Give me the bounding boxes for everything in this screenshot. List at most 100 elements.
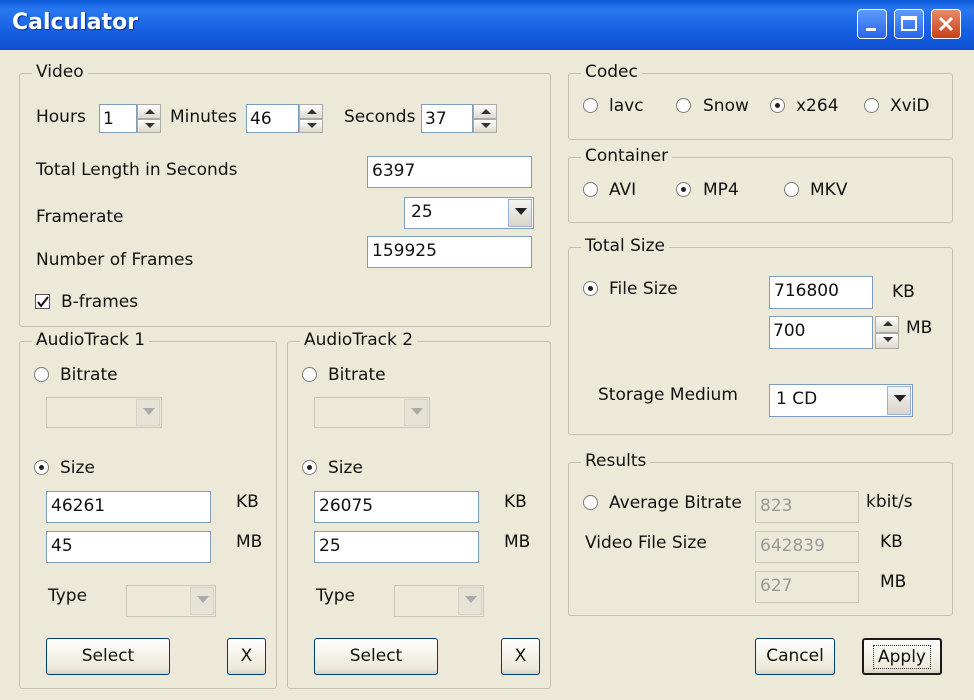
calculator-window: Calculator Video Hours 1 Minutes 46 Seco…	[0, 0, 974, 700]
audio2-bitrate-select[interactable]	[314, 397, 430, 428]
audio1-type-dropdown-button[interactable]	[190, 587, 214, 615]
hours-up-button[interactable]	[137, 104, 161, 119]
avg-bitrate-unit: kbit/s	[866, 492, 913, 512]
hours-down-button[interactable]	[137, 118, 161, 133]
bframes-label: B-frames	[61, 292, 139, 312]
close-icon	[938, 16, 954, 32]
audio1-clear-button[interactable]: X	[227, 638, 266, 675]
audio1-bitrate-select[interactable]	[46, 397, 162, 428]
seconds-down-button[interactable]	[473, 118, 497, 133]
apply-button-label: Apply	[873, 645, 931, 669]
total-mb-unit: MB	[906, 318, 933, 338]
minimize-button[interactable]	[857, 9, 887, 39]
codec-xvid-radio[interactable]	[864, 98, 879, 113]
audio2-bitrate-dropdown-button[interactable]	[404, 399, 428, 426]
audio1-mb-unit: MB	[236, 532, 263, 552]
audio1-kb-field[interactable]: 46261	[46, 491, 211, 523]
minimize-icon	[866, 28, 876, 31]
container-mp4-radio[interactable]	[676, 182, 691, 197]
apply-button[interactable]: Apply	[862, 638, 942, 675]
total-mb-down-button[interactable]	[875, 332, 899, 349]
storage-medium-select[interactable]: 1 CD	[769, 384, 913, 417]
seconds-up-button[interactable]	[473, 104, 497, 119]
audio2-select-button[interactable]: Select	[314, 638, 438, 675]
cancel-button[interactable]: Cancel	[755, 638, 835, 675]
minutes-label: Minutes	[170, 107, 237, 127]
audio1-type-label: Type	[48, 586, 88, 606]
minutes-down-button[interactable]	[299, 118, 323, 133]
avg-bitrate-label: Average Bitrate	[609, 493, 742, 513]
window-title: Calculator	[12, 10, 139, 35]
total-size-legend: Total Size	[581, 236, 670, 256]
audio2-kb-field[interactable]: 26075	[314, 491, 479, 523]
container-legend: Container	[581, 146, 673, 166]
audio2-clear-button[interactable]: X	[501, 638, 540, 675]
total-length-field[interactable]: 6397	[367, 156, 532, 188]
hours-spinner[interactable]: 1	[99, 104, 161, 133]
audio1-type-select[interactable]	[126, 585, 216, 617]
maximize-button[interactable]	[894, 9, 924, 39]
codec-snow-label: Snow	[703, 96, 749, 116]
avg-bitrate-radio[interactable]	[583, 495, 598, 510]
seconds-value[interactable]: 37	[421, 104, 473, 133]
arrow-up-icon	[145, 109, 155, 114]
arrow-down-icon	[481, 122, 491, 128]
storage-medium-label: Storage Medium	[598, 385, 738, 405]
hours-value[interactable]: 1	[99, 104, 137, 133]
codec-lavc-label: lavc	[609, 96, 644, 116]
chevron-down-icon	[465, 596, 477, 603]
bframes-checkbox[interactable]	[35, 294, 50, 309]
codec-x264-label: x264	[796, 96, 839, 116]
file-size-radio[interactable]	[583, 281, 598, 296]
codec-lavc-radio[interactable]	[583, 98, 598, 113]
audio2-type-select[interactable]	[394, 585, 484, 617]
total-kb-field[interactable]: 716800	[769, 276, 873, 309]
storage-medium-dropdown-button[interactable]	[887, 386, 911, 415]
audio1-bitrate-dropdown-button[interactable]	[136, 399, 160, 426]
total-mb-up-button[interactable]	[875, 316, 899, 333]
framerate-value: 25	[411, 202, 433, 222]
total-mb-spinner[interactable]: 700	[769, 316, 899, 349]
maximize-icon	[901, 16, 917, 31]
minutes-spinner[interactable]: 46	[246, 104, 323, 133]
container-avi-radio[interactable]	[583, 182, 598, 197]
seconds-label: Seconds	[344, 107, 416, 127]
video-legend: Video	[32, 62, 88, 82]
audio1-select-button[interactable]: Select	[46, 638, 170, 675]
framerate-select[interactable]: 25	[404, 197, 534, 229]
framerate-dropdown-button[interactable]	[508, 199, 532, 227]
close-button[interactable]	[931, 9, 961, 39]
audio2-type-dropdown-button[interactable]	[458, 587, 482, 615]
seconds-spinner[interactable]: 37	[421, 104, 497, 133]
audio2-size-radio[interactable]	[302, 460, 317, 475]
total-mb-value[interactable]: 700	[769, 316, 873, 349]
audio1-size-label: Size	[60, 458, 95, 478]
arrow-up-icon	[481, 109, 491, 114]
video-kb-unit: KB	[880, 532, 903, 552]
audio1-bitrate-radio[interactable]	[34, 367, 49, 382]
audio2-mb-field[interactable]: 25	[314, 531, 479, 563]
container-mkv-radio[interactable]	[784, 182, 799, 197]
codec-snow-radio[interactable]	[676, 98, 691, 113]
minutes-value[interactable]: 46	[246, 104, 299, 133]
total-kb-unit: KB	[892, 282, 915, 302]
audio1-mb-field[interactable]: 45	[46, 531, 211, 563]
frames-label: Number of Frames	[36, 250, 194, 270]
frames-field[interactable]: 159925	[367, 236, 532, 268]
audiotrack1-legend: AudioTrack 1	[32, 330, 150, 350]
chevron-down-icon	[411, 408, 423, 415]
codec-x264-radio[interactable]	[770, 98, 785, 113]
total-length-label: Total Length in Seconds	[36, 160, 238, 180]
minutes-up-button[interactable]	[299, 104, 323, 119]
storage-medium-value: 1 CD	[776, 389, 818, 409]
audio1-size-radio[interactable]	[34, 460, 49, 475]
arrow-down-icon	[883, 336, 893, 342]
video-file-size-label: Video File Size	[585, 533, 707, 553]
audio2-bitrate-label: Bitrate	[328, 365, 386, 385]
chevron-down-icon	[197, 596, 209, 603]
title-bar[interactable]: Calculator	[0, 0, 974, 50]
audio1-bitrate-label: Bitrate	[60, 365, 118, 385]
audio2-bitrate-radio[interactable]	[302, 367, 317, 382]
container-mp4-label: MP4	[703, 180, 739, 200]
arrow-down-icon	[307, 122, 317, 128]
